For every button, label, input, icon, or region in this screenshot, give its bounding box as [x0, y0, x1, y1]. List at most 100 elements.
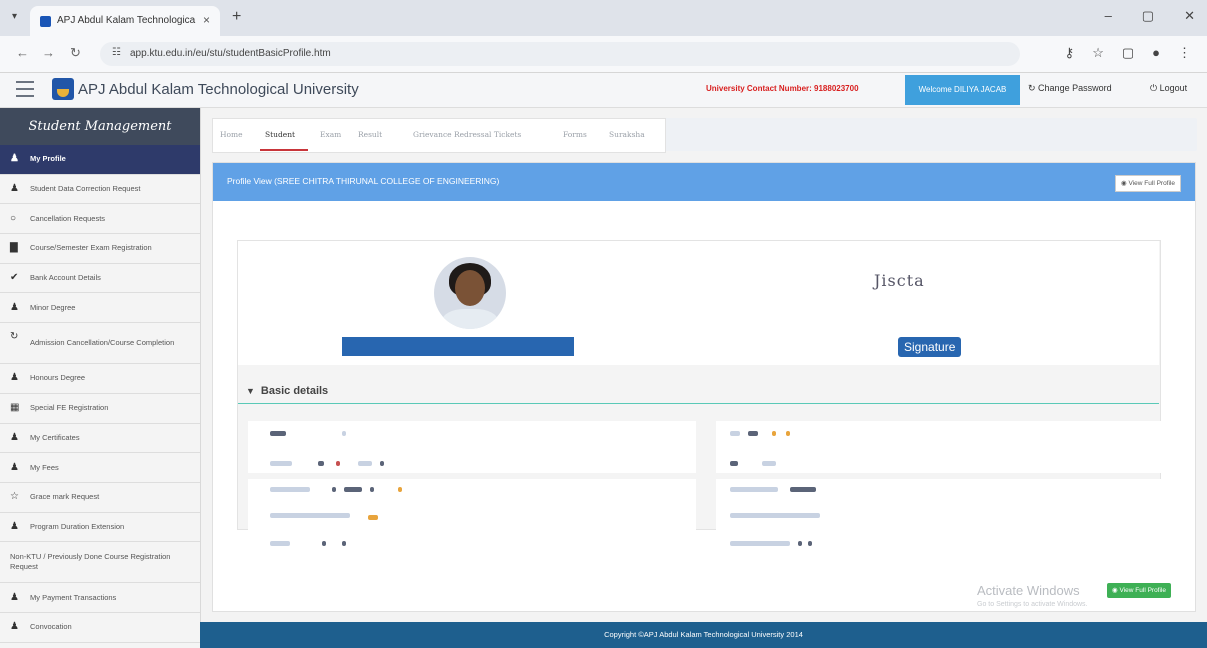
favicon-icon [40, 16, 51, 27]
detail-card [248, 421, 696, 473]
activate-windows-subtitle: Go to Settings to activate Windows. [977, 601, 1088, 608]
profile-box: Jiscta Signature ▼ Basic details [237, 240, 1164, 561]
sidebar-item-minor-degree[interactable]: ♟ Minor Degree [0, 293, 200, 324]
detail-card [716, 479, 1164, 561]
tab-suraksha[interactable]: Suraksha [609, 130, 645, 139]
sidebar-item-grace-mark[interactable]: ☆ Grace mark Request [0, 483, 200, 513]
welcome-user[interactable]: Welcome DILIYA JACAB [905, 75, 1020, 105]
eye-icon: ◉ [1112, 587, 1120, 594]
new-tab-button[interactable]: + [232, 8, 241, 26]
sidebar-item-duration-extension[interactable]: ♟ Program Duration Extension [0, 513, 200, 543]
book-icon: ▇ [10, 242, 18, 254]
user-icon: ♟ [10, 591, 19, 603]
user-icon: ♟ [10, 621, 19, 633]
sidebar-item-convocation[interactable]: ♟ Convocation [0, 613, 200, 643]
tab-forms[interactable]: Forms [563, 130, 587, 139]
sidebar-item-certificates[interactable]: ♟ My Certificates [0, 424, 200, 454]
app-header: APJ Abdul Kalam Technological University… [0, 73, 1207, 108]
activate-windows-watermark: Activate Windows [977, 583, 1080, 598]
browser-tab-bar: ▾ APJ Abdul Kalam Technologica × + – ▢ ✕ [0, 0, 1207, 36]
browser-actions: ⚷ ☆ ▢ ● ⋮ [1065, 45, 1191, 61]
change-password-link[interactable]: ↻ Change Password [1028, 83, 1112, 94]
sidebar-item-my-profile[interactable]: ♟ My Profile [0, 145, 200, 175]
window-controls: – ▢ ✕ [1105, 8, 1195, 24]
maximize-icon[interactable]: ▢ [1142, 8, 1154, 24]
power-icon: ⏻ [1150, 83, 1160, 93]
menu-dots-icon[interactable]: ⋮ [1178, 45, 1191, 61]
tab-title: APJ Abdul Kalam Technologica [57, 15, 196, 26]
tabs-strip: Home Student Exam Result Grievance Redre… [212, 118, 666, 153]
sidebar-item-cancellation[interactable]: ○ Cancellation Requests [0, 204, 200, 235]
sidebar: Student Management ♟ My Profile ♟ Student … [0, 108, 201, 648]
user-icon: ♟ [10, 520, 19, 532]
profile-icon[interactable]: ● [1152, 45, 1160, 61]
sidebar-item-bank-account[interactable]: ✔ Bank Account Details [0, 264, 200, 294]
tab-exam[interactable]: Exam [320, 130, 341, 139]
url-field[interactable]: ☷ app.ktu.edu.in/eu/stu/studentBasicProf… [100, 42, 1020, 66]
check-icon: ✔ [10, 272, 19, 284]
refresh-icon: ↻ [10, 331, 19, 343]
signature-label: Signature [898, 337, 962, 357]
key-icon[interactable]: ⚷ [1065, 45, 1075, 61]
sidebar-item-fees[interactable]: ♟ My Fees [0, 453, 200, 483]
user-icon: ♟ [10, 301, 19, 313]
detail-card [248, 479, 696, 561]
browser-tab[interactable]: APJ Abdul Kalam Technologica × [30, 6, 220, 36]
student-name-redacted [342, 337, 574, 356]
top-nav-tabs: Home Student Exam Result Grievance Redre… [212, 118, 1197, 153]
signature-image: Jiscta [874, 271, 925, 290]
grid-icon: ▦ [10, 402, 20, 414]
star-icon: ☆ [10, 491, 19, 503]
university-name: APJ Abdul Kalam Technological University [78, 81, 359, 98]
logout-link[interactable]: ⏻ Logout [1150, 83, 1187, 94]
user-icon: ♟ [10, 183, 19, 195]
extensions-icon[interactable]: ▢ [1122, 45, 1134, 61]
close-tab-icon[interactable]: × [203, 13, 210, 27]
reload-icon[interactable]: ↻ [70, 45, 81, 61]
user-icon: ♟ [10, 461, 19, 473]
active-tab-indicator [260, 149, 308, 151]
view-full-profile-button[interactable]: ◉ View Full Profile [1115, 175, 1181, 192]
sidebar-item-payment-transactions[interactable]: ♟ My Payment Transactions [0, 583, 200, 613]
sidebar-item-exam-registration[interactable]: ▇ Course/Semester Exam Registration [0, 234, 200, 264]
url-text: app.ktu.edu.in/eu/stu/studentBasicProfil… [130, 48, 331, 59]
sidebar-item-data-correction[interactable]: ♟ Student Data Correction Request [0, 175, 200, 205]
close-window-icon[interactable]: ✕ [1184, 8, 1195, 24]
profile-photo [434, 257, 506, 329]
sidebar-item-special-fe[interactable]: ▦ Special FE Registration [0, 394, 200, 424]
contact-number: University Contact Number: 9188023700 [706, 84, 859, 93]
circle-icon: ○ [10, 212, 17, 224]
back-icon[interactable]: ← [16, 45, 29, 60]
sidebar-item-honours-degree[interactable]: ♟ Honours Degree [0, 364, 200, 394]
tab-grievance[interactable]: Grievance Redressal Tickets [413, 130, 521, 139]
sidebar-title: Student Management [0, 108, 200, 145]
photo-area: Jiscta Signature [238, 241, 1159, 365]
basic-details-toggle[interactable]: ▼ Basic details [246, 385, 328, 397]
sidebar-item-admission-cancellation[interactable]: ↻ Admission Cancellation/Course Completio… [0, 323, 200, 365]
hamburger-menu-icon[interactable] [16, 81, 34, 97]
minimize-icon[interactable]: – [1105, 8, 1112, 24]
user-icon: ♟ [10, 153, 19, 165]
sidebar-item-non-ktu[interactable]: Non-KTU / Previously Done Course Registr… [0, 542, 200, 584]
basic-details-divider [238, 403, 1159, 404]
tab-search-icon[interactable]: ▾ [12, 11, 17, 22]
view-full-profile-bottom-button[interactable]: ◉ View Full Profile [1107, 583, 1171, 598]
panel-footer: Activate Windows Go to Settings to activ… [213, 583, 1195, 611]
university-logo [52, 78, 74, 100]
eye-icon: ◉ [1121, 180, 1129, 187]
forward-icon[interactable]: → [42, 45, 55, 60]
panel-header: Profile View (SREE CHITRA THIRUNAL COLLE… [213, 163, 1195, 201]
user-icon: ♟ [10, 431, 19, 443]
chevron-down-icon: ▼ [246, 386, 255, 396]
tab-result[interactable]: Result [358, 130, 382, 139]
user-icon: ♟ [10, 372, 19, 384]
address-bar: ← → ↻ ☷ app.ktu.edu.in/eu/stu/studentBas… [0, 36, 1207, 73]
refresh-icon: ↻ [1028, 83, 1039, 93]
bookmark-star-icon[interactable]: ☆ [1092, 45, 1104, 61]
tab-student[interactable]: Student [265, 130, 295, 139]
detail-card [716, 421, 1164, 473]
tab-home[interactable]: Home [220, 130, 243, 139]
page-footer: Copyright ©APJ Abdul Kalam Technological… [200, 622, 1207, 648]
site-info-icon[interactable]: ☷ [112, 47, 121, 58]
profile-panel: Profile View (SREE CHITRA THIRUNAL COLLE… [212, 162, 1196, 612]
